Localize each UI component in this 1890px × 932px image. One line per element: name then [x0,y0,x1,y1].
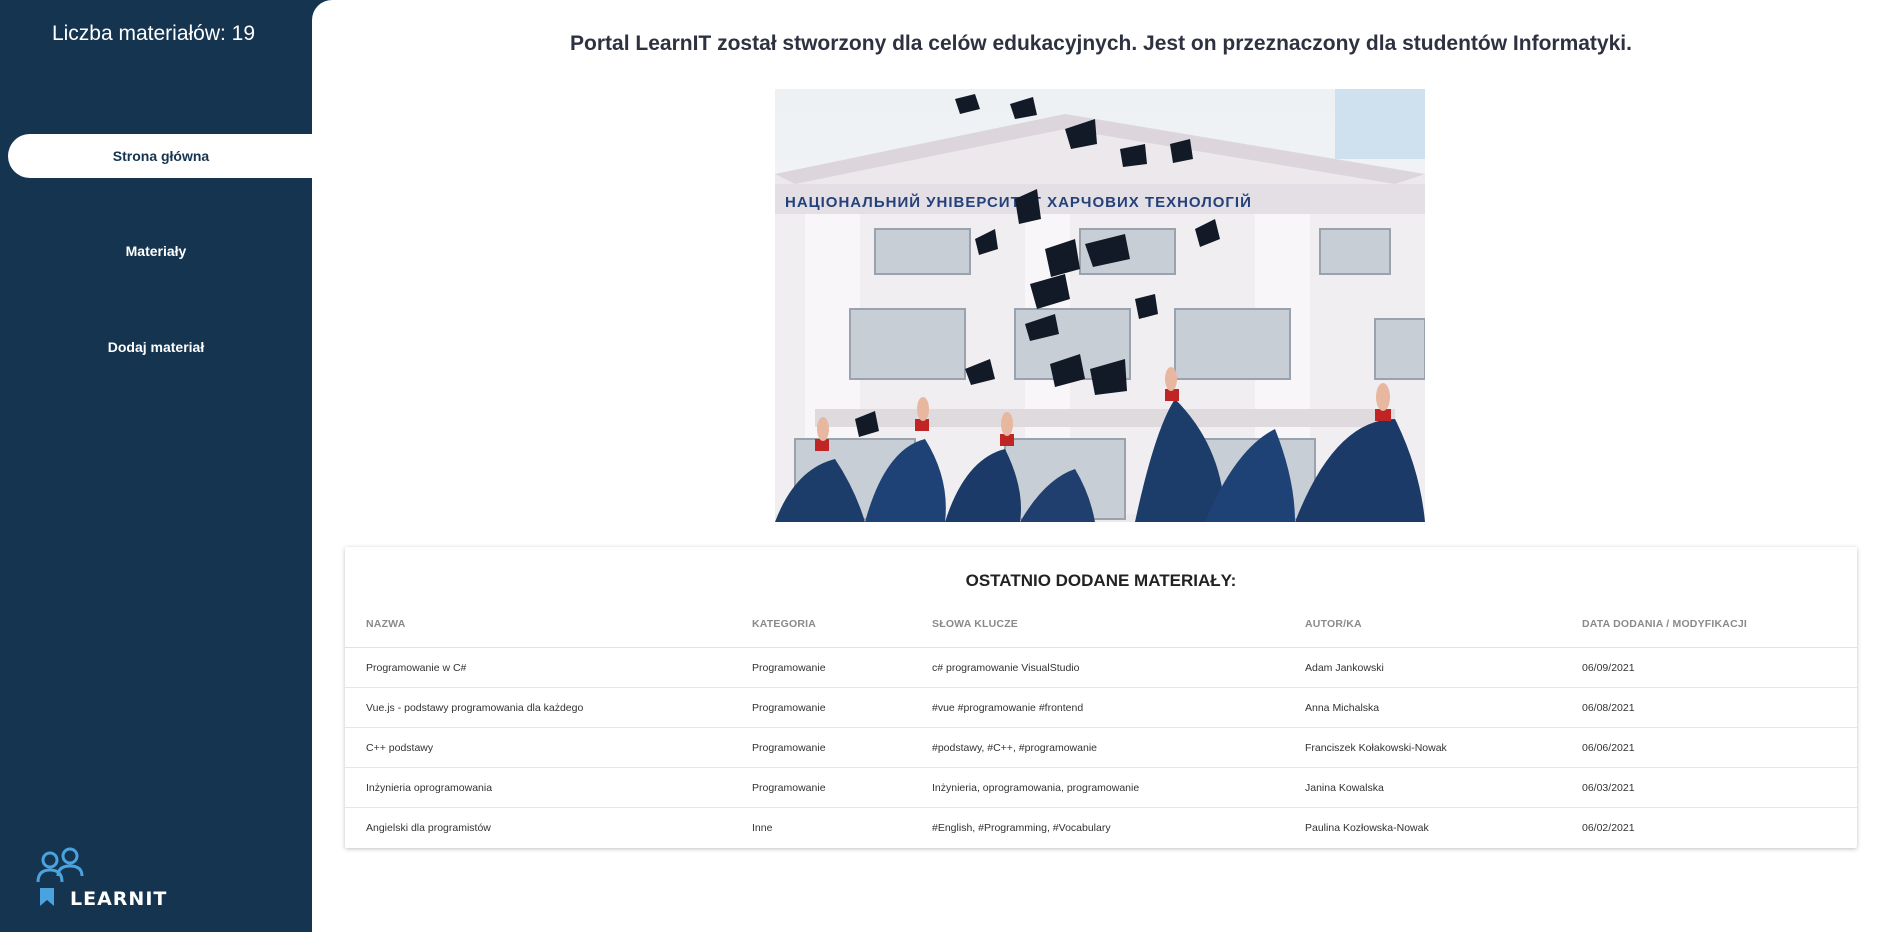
cell-name: C++ podstawy [366,742,434,754]
cell-keywords: Inżynieria, oprogramowania, programowani… [932,782,1140,794]
cell-category: Programowanie [752,742,826,754]
cell-keywords: c# programowanie VisualStudio [932,662,1080,674]
cell-date: 06/08/2021 [1582,702,1635,714]
cell-keywords: #English, #Programming, #Vocabulary [932,822,1111,834]
recent-materials-card: OSTATNIO DODANE MATERIAŁY: NAZWA KATEGOR… [345,547,1857,848]
intro-text: Portal LearnIT został stworzony dla celó… [570,32,1632,55]
cell-category: Programowanie [752,662,826,674]
nav-item-label: Dodaj materiał [107,339,205,355]
cell-date: 06/09/2021 [1582,662,1635,674]
table-row[interactable]: C++ podstawy Programowanie #podstawy, #C… [345,728,1857,768]
cell-author: Franciszek Kołakowski-Nowak [1305,742,1447,754]
logo-text: LEARNIT [70,888,168,910]
cell-keywords: #vue #programowanie #frontend [932,702,1084,714]
cell-category: Programowanie [752,782,826,794]
cell-date: 06/03/2021 [1582,782,1635,794]
column-header-date[interactable]: DATA DODANIA / MODYFIKACJI [1582,618,1747,630]
cell-category: Inne [752,822,773,834]
table-row[interactable]: Programowanie w C# Programowanie c# prog… [345,648,1857,688]
nav-item-home[interactable]: Strona główna [8,134,324,178]
column-header-author[interactable]: AUTOR/KA [1305,618,1362,630]
nav-item-materials[interactable]: Materiały [0,243,312,259]
cell-date: 06/02/2021 [1582,822,1635,834]
cell-date: 06/06/2021 [1582,742,1635,754]
table-row[interactable]: Angielski dla programistów Inne #English… [345,808,1857,848]
column-header-keywords[interactable]: SŁOWA KLUCZE [932,618,1018,630]
cell-name: Angielski dla programistów [366,822,491,834]
cell-name: Inżynieria oprogramowania [366,782,493,794]
table-header: NAZWA KATEGORIA SŁOWA KLUCZE AUTOR/KA DA… [345,618,1857,648]
column-header-category[interactable]: KATEGORIA [752,618,816,630]
cell-keywords: #podstawy, #C++, #programowanie [932,742,1097,754]
recent-materials-title: OSTATNIO DODANE MATERIAŁY: [965,571,1237,590]
sidebar: Liczba materiałów: 19 Strona główna Mate… [0,0,324,932]
cell-author: Janina Kowalska [1305,782,1384,794]
column-header-name[interactable]: NAZWA [366,618,406,630]
main-panel: Portal LearnIT został stworzony dla celó… [312,0,1890,932]
cell-name: Programowanie w C# [366,662,467,674]
cell-author: Paulina Kozłowska-Nowak [1305,822,1429,834]
nav-item-add-material[interactable]: Dodaj materiał [0,339,312,355]
nav-item-label: Strona główna [112,148,210,164]
learnit-logo[interactable]: LEARNIT [36,846,196,912]
cell-author: Anna Michalska [1305,702,1380,714]
graduation-photo: НАЦІОНАЛЬНИЙ УНІВЕРСИТЕТ ХАРЧОВИХ ТЕХНОЛ… [775,89,1425,522]
cell-author: Adam Jankowski [1305,662,1384,674]
materials-counter: Liczba materiałów: 19 [51,22,256,45]
cell-category: Programowanie [752,702,826,714]
table-row[interactable]: Vue.js - podstawy programowania dla każd… [345,688,1857,728]
table-row[interactable]: Inżynieria oprogramowania Programowanie … [345,768,1857,808]
nav-item-label: Materiały [125,243,187,259]
cell-name: Vue.js - podstawy programowania dla każd… [366,702,584,714]
